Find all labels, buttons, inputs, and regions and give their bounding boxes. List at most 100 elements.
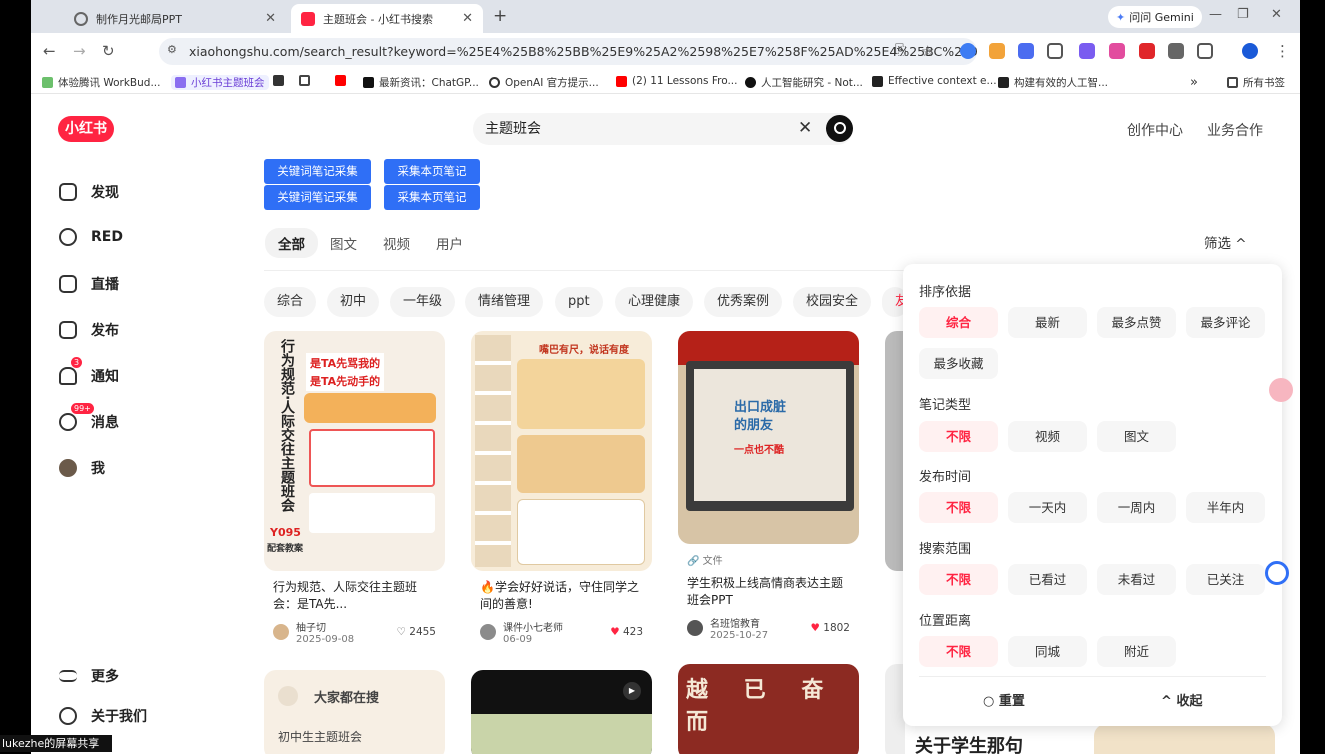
like-count[interactable]: ♡ 2455 <box>397 626 437 638</box>
author-name[interactable]: 课件小七老师 <box>503 619 563 634</box>
url-input[interactable]: xiaohongshu.com/search_result?keyword=%2… <box>159 38 977 65</box>
note-card[interactable]: 嘴巴有尺，说话有度 🔥学会好好说话，守住同学之间的善意! 课件小七老师 06-09… <box>471 331 652 645</box>
keyword-chip[interactable]: 综合 <box>264 287 317 317</box>
extension-icon[interactable] <box>1109 43 1125 59</box>
filter-option[interactable]: 不限 <box>919 421 998 452</box>
bookmark-item[interactable]: 人工智能研究 - Not... <box>745 75 863 90</box>
creator-center-link[interactable]: 创作中心 <box>1127 120 1183 140</box>
nav-item-messages[interactable]: 99+ 消息 <box>59 403 119 432</box>
keyword-chip[interactable]: 校园安全 <box>793 287 872 317</box>
xiaohongshu-logo[interactable]: 小红书 <box>58 116 114 142</box>
profile-avatar[interactable] <box>1242 43 1258 59</box>
reset-button[interactable]: ○ 重置 <box>983 690 1025 709</box>
browser-tab-active[interactable]: 主题班会 - 小红书搜索 ✕ <box>291 4 483 33</box>
menu-icon[interactable]: ⋮ <box>1275 42 1290 60</box>
keyword-chip[interactable]: ppt <box>555 287 603 317</box>
keyword-chip[interactable]: 心理健康 <box>615 287 694 317</box>
filter-option[interactable]: 已看过 <box>1008 564 1087 595</box>
keyword-chip[interactable]: 初中 <box>327 287 380 317</box>
filter-option[interactable]: 一周内 <box>1097 492 1176 523</box>
like-count[interactable]: ♥ 1802 <box>811 622 851 634</box>
note-cover[interactable]: 行为规范·人际交往主题班会 是TA先骂我的 是TA先动手的 Y095 配套教案 <box>264 331 445 571</box>
minimize-icon[interactable]: — <box>1209 7 1222 22</box>
filter-option[interactable]: 一天内 <box>1008 492 1087 523</box>
bookmark-item[interactable]: 小红书主题班会 <box>171 75 269 90</box>
note-card[interactable]: 行为规范·人际交往主题班会 是TA先骂我的 是TA先动手的 Y095 配套教案 … <box>264 331 445 645</box>
note-cover[interactable]: 越 已 奋 而 <box>678 664 859 754</box>
tab-image-text[interactable]: 图文 <box>330 233 357 253</box>
extension-icon[interactable] <box>1018 43 1034 59</box>
note-title[interactable]: 学生积极上线高情商表达主题班会PPT <box>678 575 859 609</box>
filter-option[interactable]: 视频 <box>1008 421 1087 452</box>
bookmark-item[interactable]: (2) 11 Lessons Fro... <box>616 75 737 87</box>
trending-search-card[interactable]: 大家都在搜 初中生主题班会 <box>264 670 445 754</box>
filter-option[interactable]: 已关注 <box>1186 564 1265 595</box>
install-icon[interactable]: ⎘ <box>895 42 906 58</box>
keyword-collect-button[interactable]: 关键词笔记采集 <box>264 185 371 210</box>
note-title[interactable]: 🔥学会好好说话，守住同学之间的善意! <box>471 579 652 613</box>
tab-all[interactable]: 全部 <box>265 228 318 258</box>
close-icon[interactable]: ✕ <box>265 11 276 26</box>
extension-icon[interactable] <box>1079 43 1095 59</box>
all-bookmarks-folder[interactable]: 所有书签 <box>1227 75 1285 90</box>
more-bookmarks-icon[interactable]: » <box>1190 75 1198 90</box>
forward-icon[interactable]: → <box>73 42 86 60</box>
bookmark-item[interactable]: 最新资讯：ChatGP... <box>363 75 479 90</box>
filter-option[interactable]: 附近 <box>1097 636 1176 667</box>
filter-option[interactable]: 不限 <box>919 564 998 595</box>
filter-option[interactable]: 最多点赞 <box>1097 307 1176 338</box>
close-window-icon[interactable]: ✕ <box>1271 7 1282 22</box>
note-cover[interactable] <box>885 664 905 754</box>
author-avatar[interactable] <box>687 620 703 636</box>
business-link[interactable]: 业务合作 <box>1207 120 1263 140</box>
filter-option[interactable]: 同城 <box>1008 636 1087 667</box>
bookmark-item[interactable]: Effective context e... <box>872 75 997 87</box>
filter-button[interactable]: 筛选 ^ <box>1204 232 1247 252</box>
nav-item-me[interactable]: 我 <box>59 458 105 478</box>
reload-icon[interactable]: ↻ <box>102 42 115 60</box>
nav-item-publish[interactable]: 发布 <box>59 320 119 340</box>
filter-option[interactable]: 不限 <box>919 636 998 667</box>
like-count[interactable]: ♥ 423 <box>610 626 643 638</box>
nav-item-notifications[interactable]: 3 通知 <box>59 357 119 386</box>
note-cover[interactable]: 出口成脏的朋友 一点也不酷 <box>678 331 859 544</box>
bookmark-item[interactable]: OpenAI 官方提示... <box>489 75 599 90</box>
assistant-float-icon[interactable] <box>1265 561 1289 585</box>
filter-option[interactable]: 最多评论 <box>1186 307 1265 338</box>
keyword-collect-button[interactable]: 关键词笔记采集 <box>264 159 371 184</box>
video-cover[interactable]: ▶ <box>471 670 652 754</box>
filter-option[interactable]: 半年内 <box>1186 492 1265 523</box>
close-icon[interactable]: ✕ <box>462 11 473 26</box>
bookmark-item[interactable] <box>299 75 315 86</box>
filter-option[interactable]: 最新 <box>1008 307 1087 338</box>
author-avatar[interactable] <box>480 624 496 640</box>
author-name[interactable]: 名班馆教育 <box>710 615 768 630</box>
nav-item-more[interactable]: 更多 <box>59 666 119 686</box>
keyword-chip[interactable]: 一年级 <box>390 287 456 317</box>
tab-video[interactable]: 视频 <box>383 233 410 253</box>
nav-item-discover[interactable]: 发现 <box>59 182 119 202</box>
translate-float-icon[interactable] <box>1269 378 1293 402</box>
bookmark-item[interactable]: 构建有效的人工智... <box>998 75 1108 90</box>
collect-page-button[interactable]: 采集本页笔记 <box>384 159 480 184</box>
note-title[interactable]: 行为规范、人际交往主题班会：是TA先... <box>264 579 445 613</box>
collapse-button[interactable]: ^ 收起 <box>1161 690 1202 709</box>
note-cover[interactable] <box>1094 724 1275 754</box>
note-card[interactable]: 出口成脏的朋友 一点也不酷 🔗 文件 学生积极上线高情商表达主题班会PPT 名班… <box>678 331 859 641</box>
site-info-icon[interactable]: ⚙ <box>167 43 177 56</box>
collect-page-button[interactable]: 采集本页笔记 <box>384 185 480 210</box>
nav-item-red[interactable]: RED <box>59 228 123 246</box>
screenshot-icon[interactable] <box>1047 43 1063 59</box>
trending-item[interactable]: 初中生主题班会 <box>278 728 362 745</box>
puzzle-icon[interactable] <box>1197 43 1213 59</box>
browser-tab[interactable]: 制作月光邮局PPT ✕ <box>64 4 286 33</box>
keyword-chip[interactable]: 优秀案例 <box>704 287 783 317</box>
note-cover[interactable] <box>885 331 905 571</box>
bookmark-item[interactable]: 体验腾讯 WorkBud... <box>42 75 160 90</box>
filter-option[interactable]: 图文 <box>1097 421 1176 452</box>
filter-option[interactable]: 最多收藏 <box>919 348 998 379</box>
filter-option[interactable]: 不限 <box>919 492 998 523</box>
search-button[interactable] <box>826 115 853 142</box>
back-icon[interactable]: ← <box>43 42 56 60</box>
filter-option[interactable]: 综合 <box>919 307 998 338</box>
